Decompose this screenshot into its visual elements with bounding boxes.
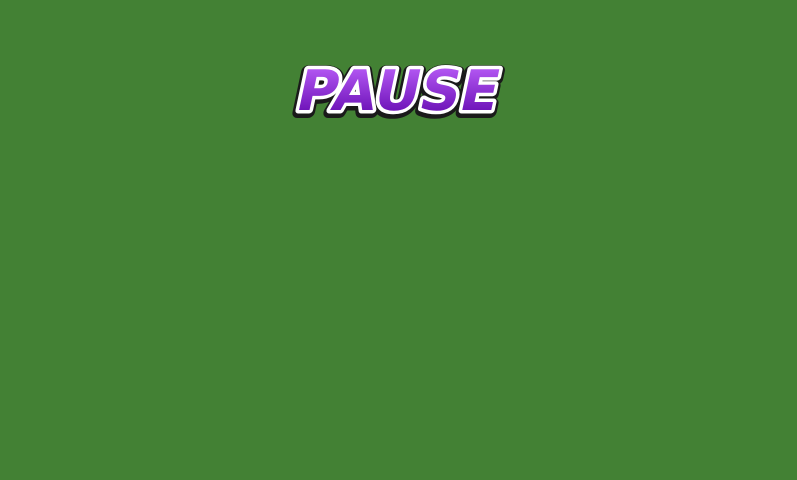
pause-title-text: PAUSE — [291, 59, 506, 124]
game-pause-screen: PAUSE PAUSE PAUSE — [0, 0, 797, 480]
pause-title: PAUSE PAUSE PAUSE — [284, 52, 511, 132]
pause-title-graphic: PAUSE PAUSE PAUSE — [284, 55, 511, 132]
